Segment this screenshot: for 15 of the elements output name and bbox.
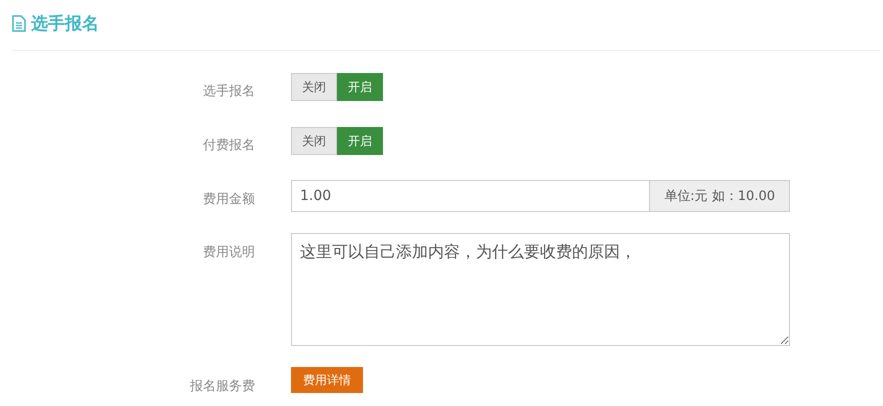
details-button[interactable]: 费用详情 <box>291 367 363 393</box>
toggle-option[interactable]: 开启 <box>337 127 383 155</box>
field-label: 付费报名 <box>202 137 255 154</box>
field-label: 报名服务费 <box>189 378 255 395</box>
toggle-option[interactable]: 关闭 <box>291 127 337 155</box>
field-label: 选手报名 <box>202 83 255 100</box>
amount-field[interactable]: 1.00 <box>291 180 650 212</box>
section-title: 选手报名 <box>31 12 99 34</box>
description-field[interactable]: 这里可以自己添加内容，为什么要收费的原因， <box>291 233 790 346</box>
document-icon <box>12 14 26 32</box>
field-label: 费用金额 <box>202 191 255 208</box>
toggle-option[interactable]: 关闭 <box>291 73 337 101</box>
toggle-option[interactable]: 开启 <box>337 73 383 101</box>
field-label: 费用说明 <box>202 244 255 261</box>
unit-addon: 单位:元 如：10.00 <box>650 180 790 212</box>
